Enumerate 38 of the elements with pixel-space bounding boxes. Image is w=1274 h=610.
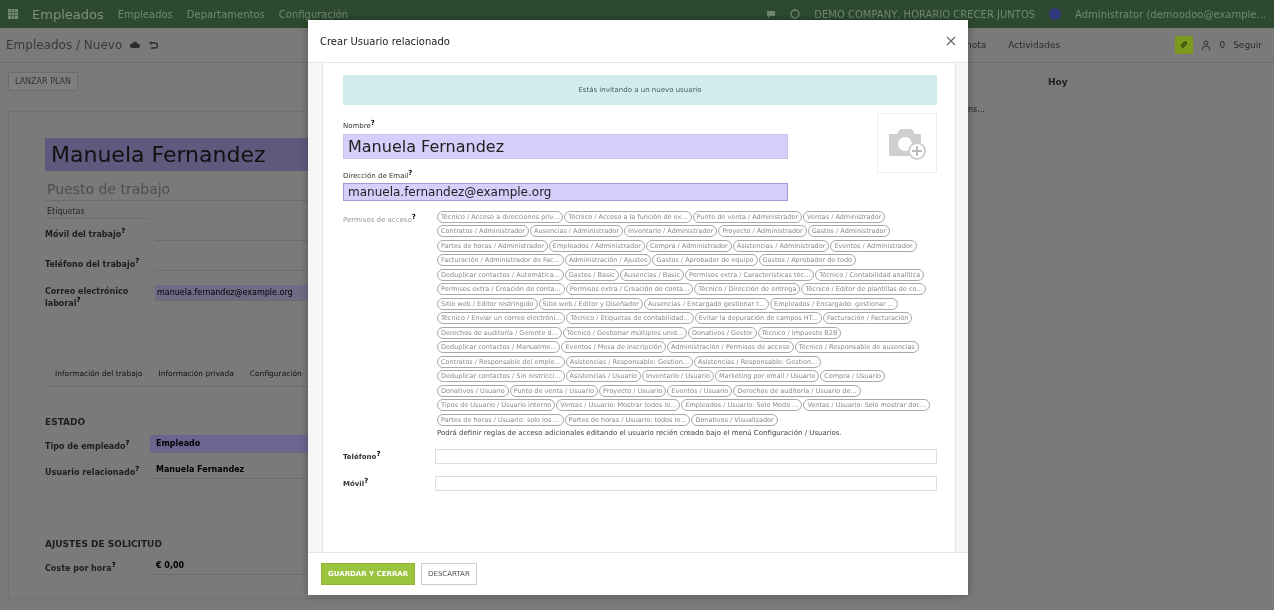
cloud-icon[interactable] [130,40,141,50]
breadcrumb[interactable]: Empleados / Nuevo [6,38,123,52]
field-label: Correo electrónico laboral$^{?}$ [45,285,130,308]
field-label: Teléfono del trabajo$^{?}$ [45,256,141,269]
field-label: Usuario relacionado$^{?}$ [45,464,141,479]
camera-plus-icon [887,126,927,160]
clock-icon[interactable] [790,9,801,19]
user-name[interactable]: Administrator (demoodoo@example... [1075,8,1266,20]
photo-upload[interactable] [877,113,937,173]
email-field[interactable]: manuela.fernandez@example.org [343,182,788,201]
menu-item[interactable]: Empleados [117,8,173,20]
follow-button[interactable]: Seguir [1233,40,1262,50]
section-title: AJUSTES DE SOLICITUD [45,539,162,549]
field-label: Coste por hora$^{?}$ [45,560,117,575]
menu-item[interactable]: Configuración [278,8,349,20]
attachment-button[interactable] [1175,36,1194,54]
follower-count[interactable]: 0 [1219,40,1226,50]
close-icon[interactable] [946,36,956,46]
input-field[interactable] [435,475,937,491]
chat-icon[interactable] [766,9,777,19]
undo-icon[interactable] [148,40,159,50]
company-name[interactable]: DEMO COMPANY, HORARIO CRECER JUNTOS [814,8,1036,20]
input-field[interactable] [435,448,937,464]
field-label: Tipo de empleado$^{?}$ [45,438,131,453]
date-separator: Hoy [1048,77,1069,87]
dialog-title: Crear Usuario relacionado [320,35,450,47]
message-snippet: ns... [968,105,986,114]
tags-field[interactable]: Etiquetas [45,201,149,219]
name-field[interactable]: Manuela Fernandez [343,134,788,160]
field-label: Móvil del trabajo$^{?}$ [45,226,127,239]
chatter-action[interactable]: Actividades [1008,40,1061,50]
launch-plan-button[interactable]: LANZAR PLAN [8,72,79,91]
menu-item[interactable]: Departamentos [186,8,265,20]
app-name[interactable]: Empleados [32,6,104,22]
apps-menu-icon[interactable] [8,9,18,19]
person-icon [1201,40,1212,50]
paperclip-icon [1179,40,1190,50]
section-title: ESTADO [45,417,86,427]
